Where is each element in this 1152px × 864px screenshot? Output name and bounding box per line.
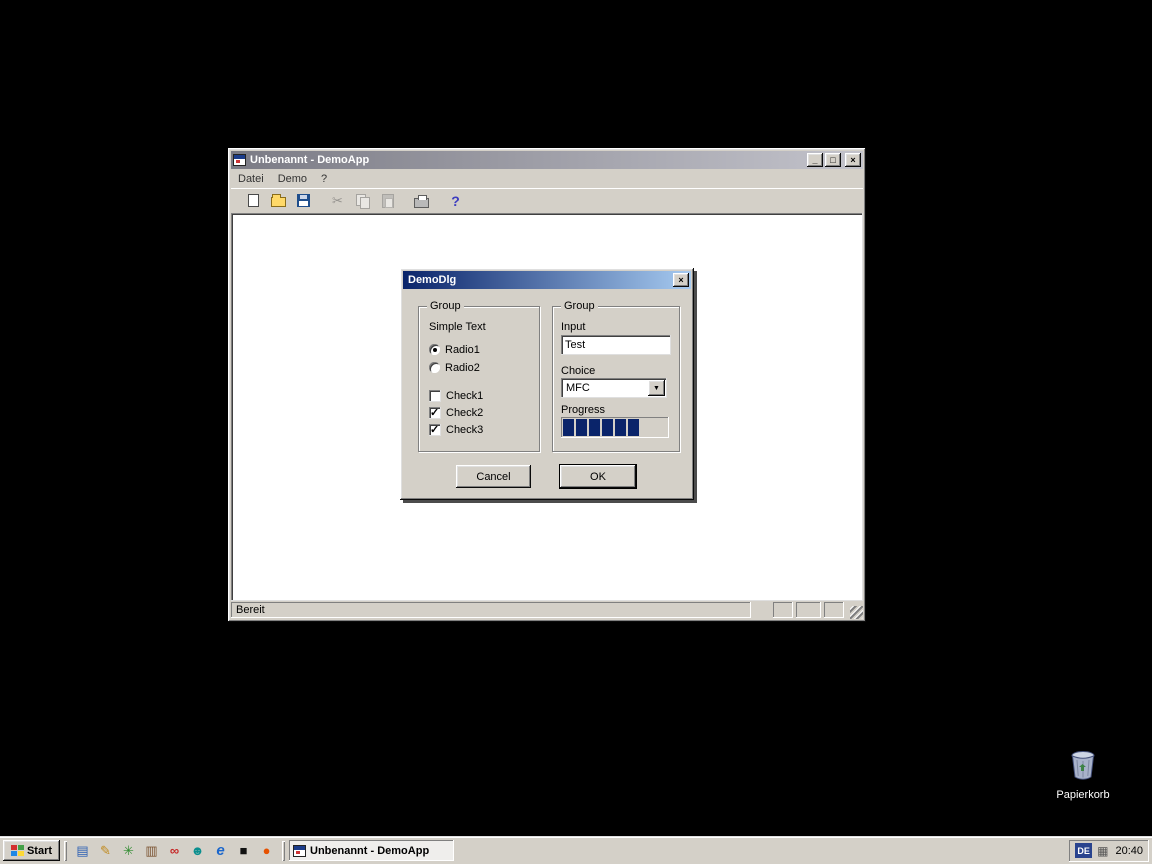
quicklaunch-ie-icon[interactable]: e	[212, 842, 229, 859]
ok-button[interactable]: OK	[560, 465, 636, 488]
quicklaunch-console-icon[interactable]: ■	[235, 842, 252, 859]
check2-control[interactable]: Check2	[429, 406, 483, 419]
status-pane	[796, 602, 821, 618]
app-window-title: Unbenannt - DemoApp	[250, 154, 369, 166]
choice-label: Choice	[561, 365, 595, 377]
clipboard-glyph	[382, 194, 394, 208]
copy-pages-glyph	[356, 194, 369, 207]
menubar: Datei Demo ?	[231, 170, 863, 188]
minimize-button[interactable]: _	[807, 153, 823, 167]
choice-dropdown[interactable]: MFC ▼	[561, 378, 667, 398]
quick-launch-bar: ▤ ✎ ✳ ▥ ∞ ☻ e ■ ●	[71, 842, 278, 859]
maximize-button[interactable]: □	[825, 153, 841, 167]
task-button-app-icon	[293, 845, 306, 857]
cancel-button[interactable]: Cancel	[456, 465, 531, 488]
status-message: Bereit	[231, 602, 751, 618]
progress-fill	[563, 419, 641, 436]
check3-label: Check3	[446, 424, 483, 436]
start-label: Start	[27, 845, 52, 857]
question-glyph	[451, 193, 460, 209]
check2-icon	[429, 407, 441, 419]
status-pane	[824, 602, 844, 618]
radio1-icon	[429, 344, 440, 355]
quicklaunch-book-icon[interactable]: ▥	[143, 842, 160, 859]
task-button-demoapp[interactable]: Unbenannt - DemoApp	[289, 840, 454, 861]
quicklaunch-ball-icon[interactable]: ●	[258, 842, 275, 859]
tray-printer-icon[interactable]: ▦	[1097, 845, 1108, 857]
quicklaunch-pencil-icon[interactable]: ✎	[97, 842, 114, 859]
save-icon[interactable]	[291, 190, 316, 212]
new-page-glyph	[248, 194, 259, 207]
progress-label: Progress	[561, 404, 605, 416]
left-group-label: Group	[427, 300, 464, 312]
check1-label: Check1	[446, 390, 483, 402]
right-group-label: Group	[561, 300, 598, 312]
input-label: Input	[561, 321, 585, 333]
statusbar: Bereit	[231, 601, 863, 619]
radio2-label: Radio2	[445, 362, 480, 374]
floppy-glyph	[297, 194, 310, 207]
radio2-control[interactable]: Radio2	[429, 361, 480, 374]
scissors-glyph	[332, 193, 343, 209]
paste-icon[interactable]	[375, 190, 400, 212]
left-groupbox: Group Simple Text Radio1 Radio2 Check1 C…	[418, 306, 540, 452]
input-field[interactable]	[561, 335, 671, 355]
recycle-bin[interactable]: Papierkorb	[1047, 748, 1119, 801]
system-tray: DE ▦ 20:40	[1069, 840, 1149, 862]
toolbar	[231, 188, 863, 213]
quicklaunch-face-icon[interactable]: ☻	[189, 842, 206, 859]
radio1-control[interactable]: Radio1	[429, 343, 480, 356]
resize-grip[interactable]	[850, 606, 863, 619]
menu-datei[interactable]: Datei	[231, 171, 271, 187]
desktop: { "app_window": { "title": "Unbenannt - …	[0, 0, 1152, 864]
radio1-label: Radio1	[445, 344, 480, 356]
open-folder-glyph	[271, 197, 286, 207]
check1-control[interactable]: Check1	[429, 389, 483, 402]
taskbar-clock: 20:40	[1113, 845, 1143, 857]
printer-glyph	[414, 198, 429, 208]
about-help-icon[interactable]	[443, 190, 468, 212]
menu-help[interactable]: ?	[314, 171, 334, 187]
radio2-icon	[429, 362, 440, 373]
taskbar-grip[interactable]	[64, 841, 67, 861]
quicklaunch-editor-icon[interactable]: ▤	[74, 842, 91, 859]
status-pane	[773, 602, 793, 618]
recycle-bin-label: Papierkorb	[1047, 789, 1119, 801]
right-groupbox: Group Input Choice MFC ▼ Progress	[552, 306, 680, 452]
app-titlebar[interactable]: Unbenannt - DemoApp _ □ ×	[231, 151, 863, 169]
choice-value: MFC	[561, 382, 648, 394]
cut-icon[interactable]	[325, 190, 350, 212]
dialog-titlebar[interactable]: DemoDlg ×	[403, 271, 691, 289]
recycle-bin-icon	[1066, 748, 1100, 782]
new-document-icon[interactable]	[241, 190, 266, 212]
quicklaunch-infinity-icon[interactable]: ∞	[166, 842, 183, 859]
taskbar-grip[interactable]	[282, 841, 285, 861]
chevron-down-icon[interactable]: ▼	[648, 380, 665, 396]
menu-demo[interactable]: Demo	[271, 171, 314, 187]
simple-text-label: Simple Text	[429, 321, 486, 333]
check3-icon	[429, 424, 441, 436]
quicklaunch-asterisk-icon[interactable]: ✳	[120, 842, 137, 859]
app-icon	[233, 154, 246, 166]
windows-logo-icon	[11, 845, 24, 857]
check3-control[interactable]: Check3	[429, 423, 483, 436]
check2-label: Check2	[446, 407, 483, 419]
check1-icon	[429, 390, 441, 402]
dialog-title: DemoDlg	[408, 274, 456, 286]
taskbar: Start ▤ ✎ ✳ ▥ ∞ ☻ e ■ ● Unbenannt - Demo…	[0, 836, 1152, 864]
demo-dialog: DemoDlg × Group Simple Text Radio1 Radio…	[400, 268, 694, 500]
start-button[interactable]: Start	[3, 840, 60, 861]
close-button[interactable]: ×	[845, 153, 861, 167]
copy-icon[interactable]	[350, 190, 375, 212]
progress-bar	[561, 417, 669, 438]
open-file-icon[interactable]	[266, 190, 291, 212]
task-button-label: Unbenannt - DemoApp	[310, 845, 429, 857]
dialog-close-button[interactable]: ×	[673, 273, 689, 287]
keyboard-layout-indicator[interactable]: DE	[1075, 843, 1092, 858]
print-icon[interactable]	[409, 190, 434, 212]
